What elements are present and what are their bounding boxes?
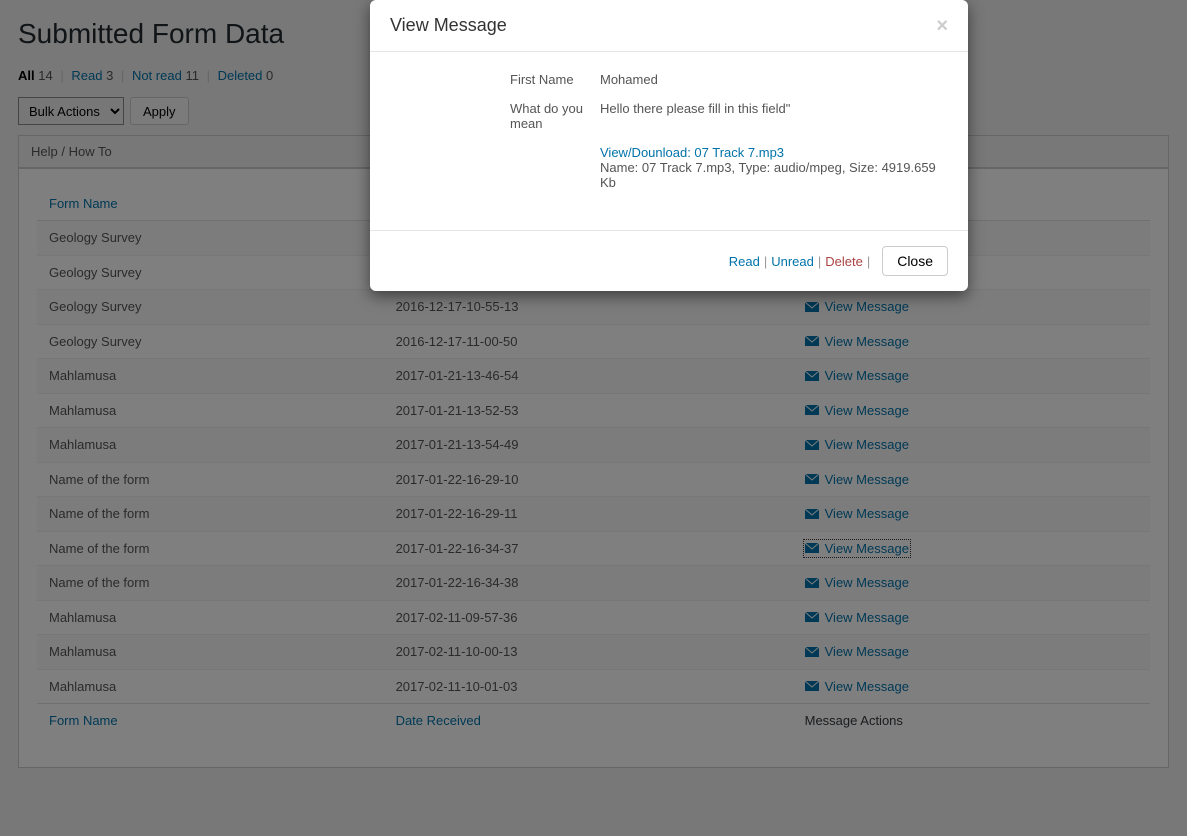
modal-title: View Message <box>390 15 507 36</box>
attachment-meta: Name: 07 Track 7.mp3, Type: audio/mpeg, … <box>600 160 936 190</box>
field-value-first-name: Mohamed <box>600 72 948 87</box>
view-message-modal: View Message × First Name Mohamed What d… <box>370 0 968 291</box>
attachment-download-link[interactable]: View/Dounload: 07 Track 7.mp3 <box>600 145 784 160</box>
action-delete[interactable]: Delete <box>825 254 863 269</box>
action-read[interactable]: Read <box>729 254 760 269</box>
field-label-whatdoyoumean: What do you mean <box>390 101 600 131</box>
close-button[interactable]: Close <box>882 246 948 276</box>
close-icon[interactable]: × <box>936 16 948 36</box>
field-value-whatdoyoumean: Hello there please fill in this field" <box>600 101 948 131</box>
action-unread[interactable]: Unread <box>771 254 814 269</box>
field-label-first-name: First Name <box>390 72 600 87</box>
